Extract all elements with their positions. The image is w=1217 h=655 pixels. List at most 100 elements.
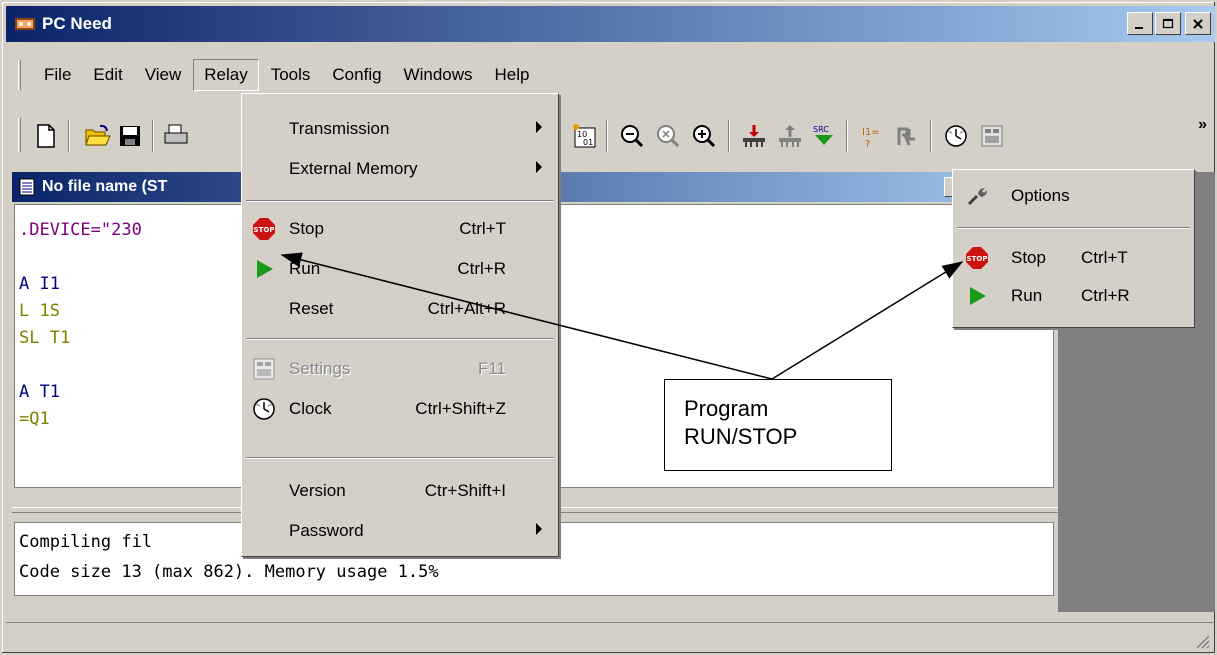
binary-button[interactable]: 10 01	[570, 122, 598, 150]
toolbar-separator	[606, 120, 608, 152]
maximize-button[interactable]	[1155, 12, 1181, 35]
callout-box: Program RUN/STOP	[664, 379, 892, 471]
stop-icon: STOP	[966, 247, 988, 269]
menu-file[interactable]: File	[34, 59, 81, 91]
relay-menu: Transmission External Memory STOP Stop C…	[241, 93, 559, 557]
transfer-up-button[interactable]	[776, 122, 804, 150]
context-item-run[interactable]: Run Ctrl+R	[953, 278, 1194, 314]
stop-icon: STOP	[253, 218, 275, 240]
window-title: PC Need	[42, 14, 112, 33]
menu-item-shortcut: Ctrl+Alt+R	[427, 299, 506, 318]
save-icon	[120, 126, 140, 146]
new-file-button[interactable]	[32, 122, 60, 150]
menu-item-external-memory[interactable]: External Memory	[242, 151, 558, 187]
close-button[interactable]	[1185, 12, 1211, 35]
menu-edit[interactable]: Edit	[83, 59, 132, 91]
menu-item-shortcut: Ctrl+R	[1081, 286, 1130, 305]
document-icon	[19, 178, 35, 196]
status-bar	[6, 622, 1215, 654]
menu-item-label: Options	[1011, 186, 1070, 205]
menu-config[interactable]: Config	[322, 59, 391, 91]
transfer-down-button[interactable]	[740, 122, 768, 150]
menu-separator	[246, 457, 554, 459]
zoom-reset-button[interactable]	[654, 122, 682, 150]
menu-item-label: Run	[1011, 286, 1043, 305]
menu-item-label: External Memory	[289, 159, 418, 178]
zoom-in-icon	[693, 125, 716, 148]
print-button[interactable]	[162, 122, 190, 150]
open-folder-icon	[85, 124, 111, 146]
menu-view[interactable]: View	[135, 59, 192, 91]
resize-grip-icon[interactable]	[1193, 632, 1211, 650]
ivalue-button[interactable]: I1=?	[858, 122, 886, 150]
monitor-button[interactable]	[894, 122, 922, 150]
settings-icon	[253, 358, 275, 380]
menubar-grip[interactable]	[18, 60, 21, 90]
menu-windows[interactable]: Windows	[394, 59, 483, 91]
run-icon	[970, 287, 986, 305]
settings-button[interactable]	[978, 122, 1006, 150]
zoom-in-button[interactable]	[690, 122, 718, 150]
close-icon	[1193, 18, 1203, 29]
menu-item-label: Stop	[1011, 248, 1046, 267]
menu-item-label: Transmission	[289, 119, 390, 138]
menu-item-label: Settings	[289, 359, 351, 378]
title-bar[interactable]: PC Need	[6, 6, 1215, 42]
menu-item-label: Run	[289, 259, 321, 278]
callout-line: RUN/STOP	[684, 424, 798, 449]
run-icon	[257, 260, 273, 278]
minimize-button[interactable]	[1127, 12, 1153, 35]
context-item-options[interactable]: Options	[953, 178, 1194, 214]
clock-icon	[253, 398, 275, 420]
menu-item-settings[interactable]: Settings F11	[242, 351, 558, 387]
settings-icon	[981, 125, 1003, 147]
zoom-out-button[interactable]	[618, 122, 646, 150]
svg-text:STOP: STOP	[254, 226, 275, 234]
callout-line: Program	[684, 396, 769, 421]
src-button[interactable]: SRC	[810, 122, 838, 150]
svg-text:SRC: SRC	[813, 125, 829, 134]
maximize-icon	[1162, 18, 1174, 28]
open-button[interactable]	[84, 122, 112, 150]
menu-tools[interactable]: Tools	[261, 59, 321, 91]
toolbar-separator	[68, 120, 70, 152]
toolbar: 10 01 SRC I1=? »	[6, 114, 1215, 158]
submenu-arrow-icon	[536, 121, 542, 133]
clock-icon	[945, 125, 967, 147]
monitor-icon	[897, 127, 915, 146]
binary-icon: 1001	[573, 124, 596, 148]
submenu-arrow-icon	[536, 161, 542, 173]
menu-item-stop[interactable]: STOP Stop Ctrl+T	[242, 211, 558, 247]
save-button[interactable]	[116, 122, 144, 150]
toolbar-overflow-button[interactable]: »	[1198, 116, 1207, 134]
menu-relay[interactable]: Relay	[193, 59, 259, 91]
toolbar-separator	[846, 120, 848, 152]
clock-button[interactable]	[942, 122, 970, 150]
app-logo-icon	[15, 18, 35, 30]
menu-item-shortcut: Ctrl+T	[1081, 248, 1128, 267]
toolbar-grip[interactable]	[18, 118, 21, 152]
menu-help[interactable]: Help	[485, 59, 540, 91]
menu-item-reset[interactable]: Reset Ctrl+Alt+R	[242, 291, 558, 327]
src-icon: SRC	[813, 125, 833, 145]
menu-item-label: Password	[289, 521, 364, 540]
menu-item-password[interactable]: Password	[242, 513, 558, 549]
context-item-stop[interactable]: STOP Stop Ctrl+T	[953, 240, 1194, 276]
menu-item-clock[interactable]: Clock Ctrl+Shift+Z	[242, 391, 558, 427]
menu-item-version[interactable]: Version Ctr+Shift+I	[242, 473, 558, 509]
context-menu: Options STOP Stop Ctrl+T Run Ctrl+R	[952, 169, 1195, 328]
svg-text:STOP: STOP	[967, 255, 988, 263]
menu-separator	[246, 338, 554, 340]
print-icon	[164, 124, 188, 144]
toolbar-separator	[728, 120, 730, 152]
transfer-down-icon	[743, 125, 765, 147]
zoom-out-icon	[621, 125, 644, 148]
toolbar-separator	[152, 120, 154, 152]
menu-item-shortcut: F11	[477, 359, 506, 378]
document-title: No file name (ST	[42, 178, 168, 195]
menu-item-label: Version	[289, 481, 346, 500]
toolbar-separator	[930, 120, 932, 152]
menu-item-run[interactable]: Run Ctrl+R	[242, 251, 558, 287]
menu-item-transmission[interactable]: Transmission	[242, 111, 558, 147]
zoom-reset-icon	[657, 125, 680, 148]
